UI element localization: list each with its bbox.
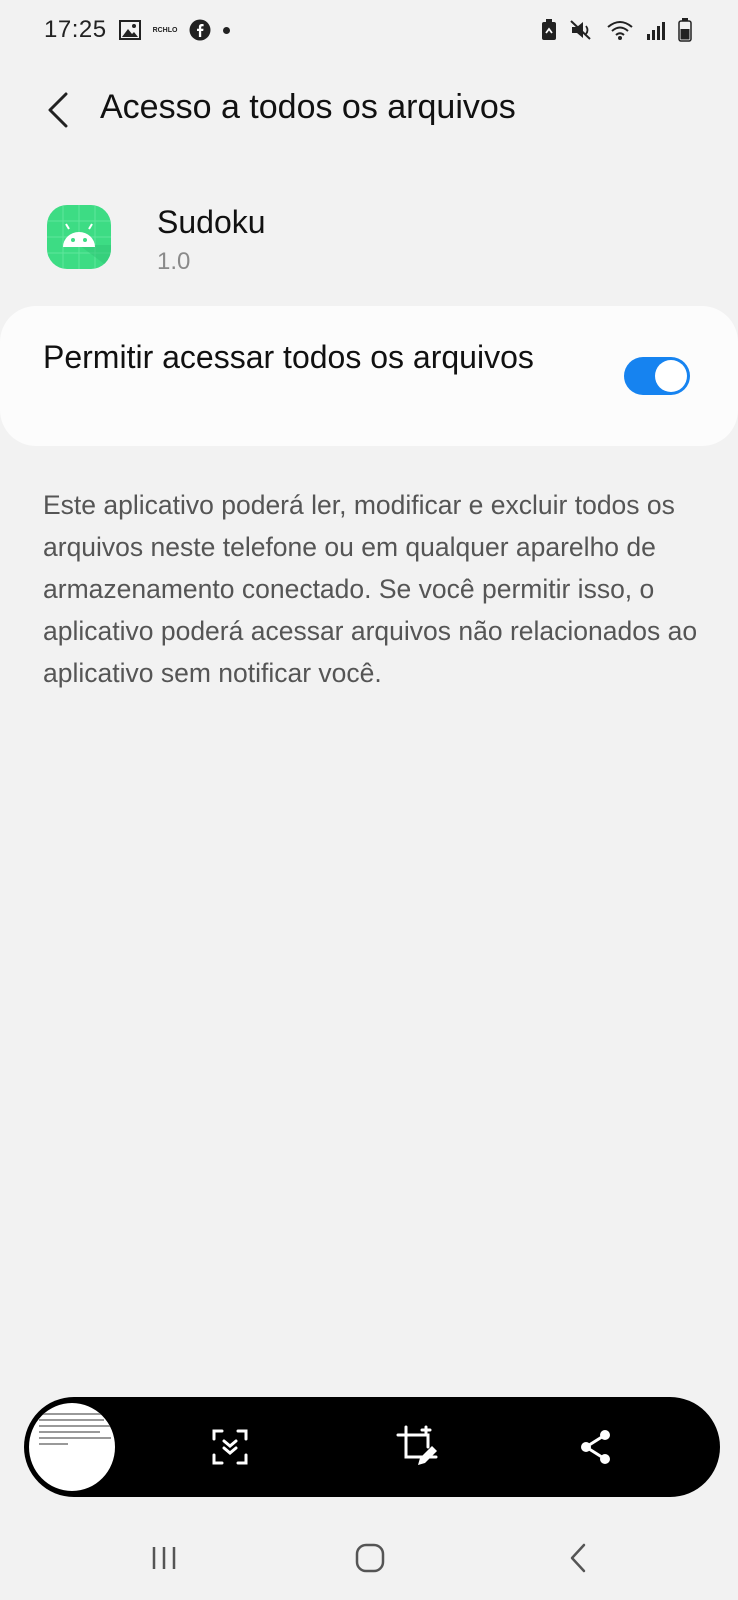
app-version: 1.0 — [157, 248, 191, 275]
status-right — [540, 18, 692, 42]
share-icon — [581, 1430, 610, 1464]
home-button[interactable] — [340, 1530, 400, 1586]
recents-button[interactable] — [134, 1530, 194, 1586]
status-left: 17:25 RCHLO — [44, 16, 231, 44]
gallery-icon — [118, 20, 141, 40]
android-icon — [47, 205, 111, 269]
switch-knob — [655, 360, 687, 392]
battery-icon — [678, 18, 692, 42]
scroll-capture-icon — [212, 1429, 248, 1465]
battery-saver-icon — [540, 19, 558, 41]
setting-label: Permitir acessar todos os arquivos — [43, 339, 534, 375]
home-icon — [355, 1543, 385, 1573]
header: Acesso a todos os arquivos — [0, 70, 738, 150]
screenshot-toolbar — [24, 1397, 720, 1497]
scroll-capture-button[interactable] — [204, 1421, 256, 1473]
screenshot-thumbnail[interactable] — [26, 1400, 118, 1494]
crop-edit-button[interactable] — [392, 1421, 444, 1473]
status-time: 17:25 — [44, 16, 107, 43]
back-icon — [570, 1543, 586, 1573]
app-info: Sudoku 1.0 — [0, 190, 738, 290]
share-button[interactable] — [570, 1421, 622, 1473]
app-name: Sudoku — [157, 204, 266, 240]
back-button[interactable] — [36, 84, 80, 136]
allow-all-files-switch[interactable] — [624, 357, 690, 395]
crop-edit-icon — [396, 1425, 438, 1465]
recents-icon — [152, 1547, 176, 1569]
rchlo-icon: RCHLO — [152, 26, 178, 34]
dot-icon — [223, 26, 231, 34]
signal-icon — [646, 20, 666, 40]
wifi-icon — [606, 19, 634, 41]
nav-back-button[interactable] — [548, 1530, 608, 1586]
allow-all-files-setting[interactable]: Permitir acessar todos os arquivos — [0, 306, 738, 446]
description-text: Este aplicativo poderá ler, modificar e … — [43, 490, 698, 688]
mute-icon — [570, 19, 594, 41]
chevron-left-icon — [48, 92, 68, 128]
facebook-icon — [189, 19, 211, 41]
screen: 17:25 RCHLO Acesso a todos os arquivos S… — [0, 0, 738, 1600]
navigation-bar — [0, 1520, 738, 1600]
page-title: Acesso a todos os arquivos — [100, 88, 516, 126]
status-bar: 17:25 RCHLO — [0, 0, 738, 60]
